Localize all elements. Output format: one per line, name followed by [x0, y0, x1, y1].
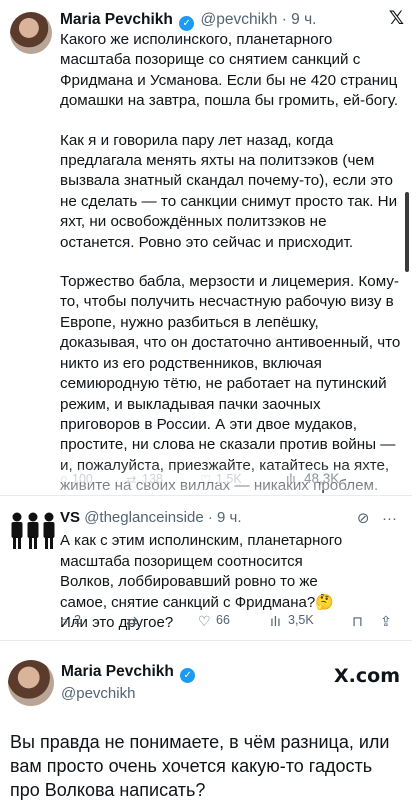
- scrollbar[interactable]: [405, 192, 409, 272]
- bookmark-icon[interactable]: ⊓: [352, 613, 363, 630]
- reply-icon[interactable]: ○: [60, 613, 68, 629]
- x-logo-icon: 𝕏: [388, 7, 404, 29]
- tweet-main[interactable]: Maria Pevchikh ✓ @pevchikh · 9 ч. 𝕏 Како…: [0, 0, 412, 494]
- grok-icon[interactable]: ⊘: [357, 510, 370, 527]
- views-icon[interactable]: ılı: [270, 613, 281, 629]
- author-handle-time[interactable]: @theglanceinside · 9 ч.: [84, 509, 241, 526]
- tweet-reply[interactable]: VS @theglanceinside · 9 ч. ⊘ ··· А как с…: [0, 495, 412, 638]
- views-count: 48,3K: [304, 471, 340, 486]
- repost-icon[interactable]: ⇄: [126, 472, 136, 487]
- author-handle[interactable]: @pevchikh: [61, 685, 135, 702]
- like-icon[interactable]: ♡: [198, 613, 211, 630]
- author-name[interactable]: Maria Pevchikh: [61, 663, 174, 680]
- avatar[interactable]: [10, 12, 52, 54]
- like-count: 66: [216, 613, 230, 627]
- reply-count: 2: [74, 613, 81, 627]
- repost-icon[interactable]: ⇄: [126, 613, 138, 630]
- x-com-logo: X.com: [334, 665, 400, 687]
- avatar[interactable]: [8, 510, 58, 550]
- tweet-stats: ○ 100 ⇄ 138 ♡ 1,5K ılı 48,3K: [60, 470, 402, 490]
- like-icon[interactable]: ♡: [200, 472, 211, 487]
- share-icon[interactable]: ⇪: [380, 613, 392, 630]
- tweet-answer[interactable]: Maria Pevchikh ✓ @pevchikh X.com Вы прав…: [0, 640, 412, 801]
- more-icon[interactable]: ···: [382, 510, 397, 527]
- tweet-paragraph: Как я и говорила пару лет назад, когда п…: [60, 131, 398, 251]
- tweet-paragraph: Торжество бабла, мерзости и лицемерия. К…: [60, 273, 401, 495]
- tweet-text: Какого же исполинского, планетарного мас…: [60, 30, 402, 497]
- avatar[interactable]: [8, 660, 54, 706]
- reply-count: 100: [72, 472, 93, 486]
- reply-icon[interactable]: ○: [60, 472, 68, 486]
- author-handle-time[interactable]: @pevchikh · 9 ч.: [200, 11, 316, 28]
- verified-badge-icon: ✓: [179, 16, 195, 31]
- author-name[interactable]: VS: [60, 509, 80, 526]
- tweet-header: VS @theglanceinside · 9 ч. ⊘ ···: [60, 509, 405, 527]
- tweet-actions: ○ 2 ⇄ ♡ 66 ılı 3,5K ⊓ ⇪: [60, 613, 400, 633]
- tweet-paragraph: Какого же исполинского, планетарного мас…: [60, 31, 399, 110]
- repost-count: 138: [142, 472, 163, 486]
- author-name[interactable]: Maria Pevchikh: [60, 11, 173, 28]
- views-icon[interactable]: ılı: [286, 472, 296, 486]
- tweet-text: Вы правда не понимаете, в чём разница, и…: [10, 732, 390, 800]
- views-count: 3,5K: [288, 613, 314, 627]
- like-count: 1,5K: [216, 472, 242, 486]
- tweet-header: Maria Pevchikh ✓ @pevchikh · 9 ч.: [60, 11, 405, 31]
- verified-badge-icon: ✓: [180, 668, 196, 683]
